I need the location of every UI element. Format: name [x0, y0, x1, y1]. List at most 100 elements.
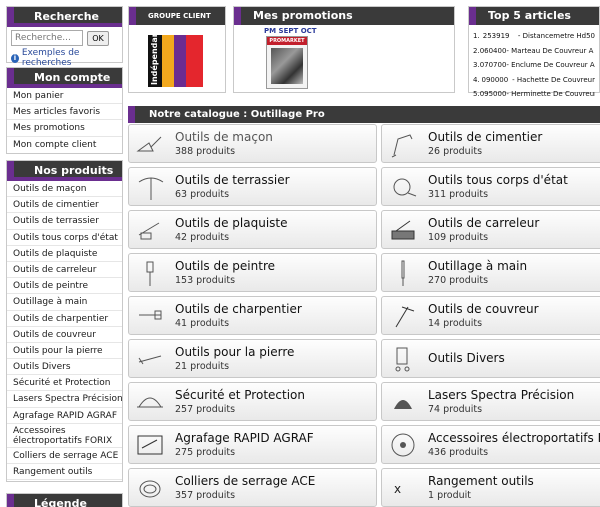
- catalog-tile[interactable]: Sécurité et Protection 257 produits: [128, 382, 377, 421]
- catalog-tile-name: Rangement outils: [428, 473, 534, 488]
- top5-name: - Herminette De Couvreur: [506, 90, 595, 99]
- catalog-tile-name: Outils de peintre: [175, 258, 276, 273]
- missing-image-icon: x: [388, 473, 418, 503]
- promotion-cover-image[interactable]: PROMARKET: [266, 36, 308, 89]
- catalog-tile-name: Outils de charpentier: [175, 301, 302, 316]
- sidebar-product-item[interactable]: Outils de cimentier: [7, 197, 122, 214]
- top5-code: 090000: [481, 75, 509, 84]
- catalog-tile[interactable]: Outillage à main 270 produits: [381, 253, 600, 292]
- sidebar-product-item[interactable]: Outils de plaquiste: [7, 246, 122, 262]
- top5-num: 2.: [473, 46, 480, 55]
- top5-code: 095000: [479, 90, 507, 99]
- search-examples-link[interactable]: i Exemples de recherches: [7, 48, 122, 68]
- saw-blade-icon: [388, 430, 418, 460]
- catalog-tile-count: 270 produits: [428, 274, 489, 286]
- top5-name: - Hachette De Couvreur: [512, 75, 595, 84]
- top5-item[interactable]: 5. 095000- Herminette De Couvreur: [473, 87, 595, 102]
- catalog-tile[interactable]: Agrafage RAPID AGRAF 275 produits: [128, 425, 377, 464]
- top5-code: 070700: [479, 61, 507, 70]
- search-input[interactable]: [11, 30, 83, 46]
- catalog-tile[interactable]: Outils de charpentier 41 produits: [128, 296, 377, 335]
- pickaxe-icon: [135, 172, 165, 202]
- catalog-tile-name: Agrafage RAPID AGRAF: [175, 430, 314, 445]
- paint-brush-icon: [135, 258, 165, 288]
- search-title: Recherche: [7, 7, 122, 27]
- catalog-tile-name: Outils de couvreur: [428, 301, 539, 316]
- promotion-label[interactable]: PM SEPT OCT: [264, 27, 317, 35]
- top5-title: Top 5 articles: [469, 7, 599, 25]
- sidebar-product-item[interactable]: Outillage à main: [7, 294, 122, 311]
- top5-panel: Top 5 articles 1. 253919 - Distancemetre H…: [468, 6, 600, 98]
- search-examples-label: Exemples de recherches: [21, 48, 80, 68]
- sidebar-product-item[interactable]: Outils de terrassier: [7, 213, 122, 230]
- catalog-tile[interactable]: Outils de couvreur 14 produits: [381, 296, 600, 335]
- catalog-tile-name: Outils de carreleur: [428, 215, 540, 230]
- catalog-tile[interactable]: x Rangement outils 1 produit: [381, 468, 600, 507]
- group-panel: GROUPE CLIENT Indépendant: [128, 6, 226, 93]
- catalog-tile[interactable]: Lasers Spectra Précision 74 produits: [381, 382, 600, 421]
- catalog-tile-count: 257 produits: [175, 403, 236, 415]
- float-icon: [388, 129, 418, 159]
- products-title: Nos produits: [7, 161, 122, 181]
- hammer-icon: [135, 301, 165, 331]
- catalog-tile[interactable]: Outils pour la pierre 21 produits: [128, 339, 377, 378]
- top5-code: 060400: [479, 46, 507, 55]
- products-box: Nos produits Outils de maçon Outils de ci…: [6, 160, 123, 482]
- top5-item[interactable]: 4. 090000- Hachette De Couvreur: [473, 73, 595, 88]
- sidebar-product-item[interactable]: Rangement outils: [7, 464, 122, 481]
- top5-num: 5.: [473, 90, 480, 99]
- catalog-tile[interactable]: Accessoires électroportatifs FORIX436 pr…: [381, 425, 600, 464]
- top5-item[interactable]: 2.060400- Marteau De Couvreur A Gaine: [473, 44, 595, 59]
- top5-name: - Marteau De Couvreur A Gaine: [506, 46, 595, 55]
- sidebar-product-item[interactable]: Outils de charpentier: [7, 311, 122, 327]
- catalog-tile-name: Outils de plaquiste: [175, 215, 288, 230]
- catalog-tile-name: Lasers Spectra Précision: [428, 387, 575, 402]
- sidebar-product-item[interactable]: Outils pour la pierre: [7, 343, 122, 360]
- sidebar-product-item[interactable]: Agrafage RAPID AGRAF: [7, 408, 122, 424]
- catalog-tile[interactable]: Outils de peintre 153 produits: [128, 253, 377, 292]
- top5-item[interactable]: 1. 253919 - Distancemetre Hd50: [473, 29, 595, 44]
- catalog-tile-count: 275 produits: [175, 446, 236, 458]
- top5-code: 253919: [482, 32, 510, 40]
- catalog-tile-count: 41 produits: [175, 317, 230, 329]
- catalog-tile[interactable]: Outils de maçon 388 produits: [128, 124, 377, 163]
- sidebar-product-item[interactable]: Outils de couvreur: [7, 327, 122, 343]
- laser-level-icon: [388, 387, 418, 417]
- catalog-tile[interactable]: Colliers de serrage ACE 357 produits: [128, 468, 377, 507]
- promotions-panel: Mes promotions PM SEPT OCT PROMARKET: [233, 6, 455, 93]
- account-item-favorites[interactable]: Mes articles favoris: [7, 104, 122, 121]
- sidebar-product-item[interactable]: Outils de peintre: [7, 278, 122, 295]
- sidebar-product-item[interactable]: Colliers de serrage ACE: [7, 448, 122, 464]
- sidebar-product-item[interactable]: Outils de maçon: [7, 181, 122, 198]
- account-item-customer[interactable]: Mon compte client: [7, 137, 122, 153]
- catalog-tile[interactable]: Outils de plaquiste 42 produits: [128, 210, 377, 249]
- sidebar-product-item[interactable]: Lasers Spectra Précision: [7, 391, 122, 408]
- top5-list: 1. 253919 - Distancemetre Hd50 2. 060400- Ma…: [469, 25, 599, 102]
- catalog-tile-name: Outillage à main: [428, 258, 528, 273]
- account-item-cart[interactable]: Mon panier: [7, 88, 122, 105]
- catalog-tile-name: Outils tous corps d'état: [428, 172, 568, 187]
- catalog-tile[interactable]: Outils de terrassier 63 produits: [128, 167, 377, 206]
- cart-icon: [388, 344, 418, 374]
- catalog-tile[interactable]: Outils de cimentier 26 produits: [381, 124, 600, 163]
- search-ok-button[interactable]: OK: [87, 30, 109, 46]
- top5-item[interactable]: 3.070700- Enclume De Couvreur A Gaine: [473, 58, 595, 73]
- stapler-icon: [135, 430, 165, 460]
- catalog-tile[interactable]: Outils Divers: [381, 339, 600, 378]
- sidebar-product-item[interactable]: Outils tous corps d'état: [7, 230, 122, 246]
- sidebar-product-item[interactable]: Sécurité et Protection: [7, 375, 122, 392]
- sidebar-product-item[interactable]: Outils de carreleur: [7, 262, 122, 279]
- catalog-tile-count: 26 produits: [428, 145, 483, 157]
- sidebar-product-item[interactable]: Accessoires électroportatifs FORIX: [7, 424, 122, 448]
- account-title: Mon compte: [7, 68, 122, 88]
- top5-num: 3.: [473, 61, 480, 70]
- catalog-tile-count: 42 produits: [175, 231, 230, 243]
- sidebar-product-item[interactable]: Outils Divers: [7, 359, 122, 376]
- catalog-tile-name: Accessoires électroportatifs FORIX: [428, 430, 600, 445]
- catalog-tile[interactable]: Outils tous corps d'état 311 produits: [381, 167, 600, 206]
- catalog-tile[interactable]: Outils de carreleur 109 produits: [381, 210, 600, 249]
- roofer-hammer-icon: [388, 301, 418, 331]
- catalog-tile-count: 388 produits: [175, 145, 236, 157]
- catalog-tile-count: 14 produits: [428, 317, 483, 329]
- account-item-promotions[interactable]: Mes promotions: [7, 120, 122, 137]
